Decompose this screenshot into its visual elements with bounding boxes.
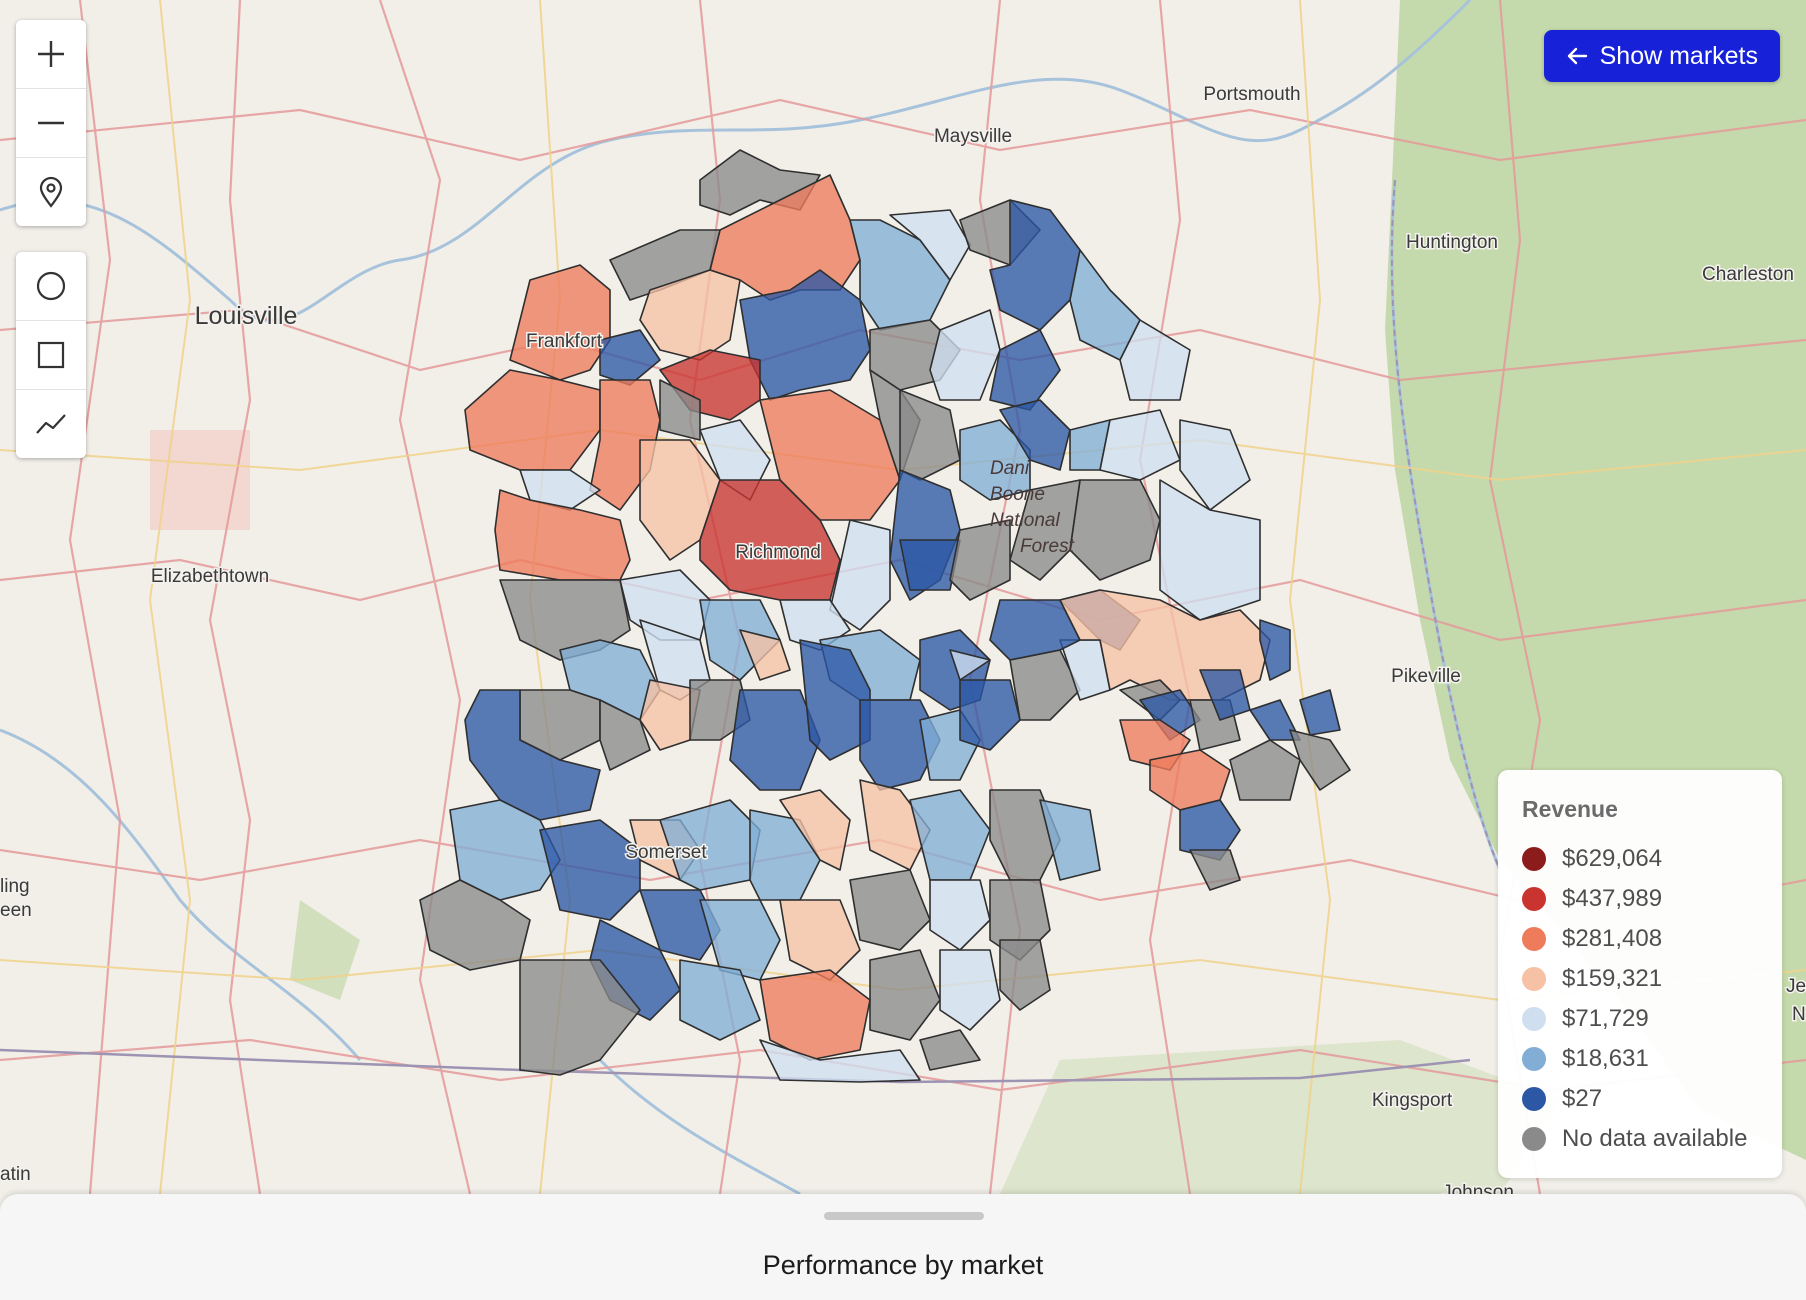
legend-item: $281,408	[1522, 919, 1758, 959]
legend-label: $27	[1562, 1085, 1603, 1112]
legend-label: $629,064	[1562, 845, 1663, 872]
show-markets-button[interactable]: Show markets	[1543, 30, 1780, 82]
city-label: Je	[1786, 976, 1806, 997]
draw-line-button[interactable]	[16, 390, 86, 458]
legend-label: $281,408	[1562, 925, 1663, 952]
legend-item: $437,989	[1522, 879, 1758, 919]
city-label: ling	[0, 876, 30, 897]
zoom-control-group	[16, 20, 86, 226]
park-label-line: Dani	[990, 458, 1030, 479]
city-label: Frankfort	[526, 331, 603, 352]
draw-rectangle-button[interactable]	[16, 321, 86, 390]
bottom-sheet[interactable]: Performance by market	[0, 1194, 1806, 1300]
legend-label: $71,729	[1562, 1005, 1649, 1032]
city-label: Portsmouth	[1203, 84, 1300, 105]
city-label: Maysville	[934, 126, 1012, 147]
zoom-out-button[interactable]	[16, 89, 86, 158]
minus-icon	[38, 121, 64, 125]
park-label-line: Boone	[990, 484, 1045, 505]
square-icon	[37, 341, 65, 369]
sheet-drag-handle[interactable]	[824, 1212, 984, 1220]
city-label: N	[1792, 1004, 1806, 1025]
plus-icon	[38, 41, 64, 67]
legend-item: $629,064	[1522, 839, 1758, 879]
legend-label: $159,321	[1562, 965, 1663, 992]
park-label-line: National	[990, 510, 1060, 531]
legend-title: Revenue	[1522, 796, 1618, 822]
polyline-icon	[36, 414, 66, 434]
zoom-in-button[interactable]	[16, 20, 86, 89]
city-label: atin	[0, 1164, 31, 1185]
legend-swatch	[1522, 887, 1546, 911]
legend-label: $437,989	[1562, 885, 1663, 912]
legend-item: $18,631	[1522, 1039, 1758, 1079]
city-label: Richmond	[735, 542, 821, 563]
legend-swatch	[1522, 1047, 1546, 1071]
draw-control-group	[16, 252, 86, 458]
legend-item: $159,321	[1522, 959, 1758, 999]
locate-button[interactable]	[16, 158, 86, 226]
show-markets-label: Show markets	[1599, 41, 1758, 70]
market-region[interactable]	[899, 539, 961, 591]
draw-circle-button[interactable]	[16, 252, 86, 321]
legend-swatch	[1522, 1087, 1546, 1111]
arrow-left-icon	[1567, 47, 1587, 65]
city-label: Huntington	[1406, 232, 1498, 253]
legend-item: $27	[1522, 1079, 1758, 1119]
city-label: Elizabethtown	[151, 566, 269, 587]
legend-swatch	[1522, 1007, 1546, 1031]
city-label: Louisville	[195, 302, 298, 330]
legend-swatch	[1522, 927, 1546, 951]
city-label: Charleston	[1702, 264, 1794, 285]
legend-swatch	[1522, 1127, 1546, 1151]
location-pin-icon	[39, 176, 63, 208]
revenue-legend: Revenue $629,064 $437,989 $281,408 $159,…	[1498, 770, 1782, 1178]
legend-item: No data available	[1522, 1119, 1758, 1159]
park-label-line: Forest	[1020, 536, 1075, 557]
city-label: Pikeville	[1391, 666, 1461, 687]
legend-label: $18,631	[1562, 1045, 1649, 1072]
legend-swatch	[1522, 847, 1546, 871]
city-label: Kingsport	[1372, 1090, 1453, 1111]
bottom-sheet-title: Performance by market	[762, 1250, 1044, 1280]
legend-item: $71,729	[1522, 999, 1758, 1039]
city-label: Somerset	[625, 842, 707, 863]
circle-icon	[36, 271, 66, 301]
legend-label: No data available	[1562, 1125, 1748, 1152]
city-label: een	[0, 900, 32, 921]
legend-swatch	[1522, 967, 1546, 991]
